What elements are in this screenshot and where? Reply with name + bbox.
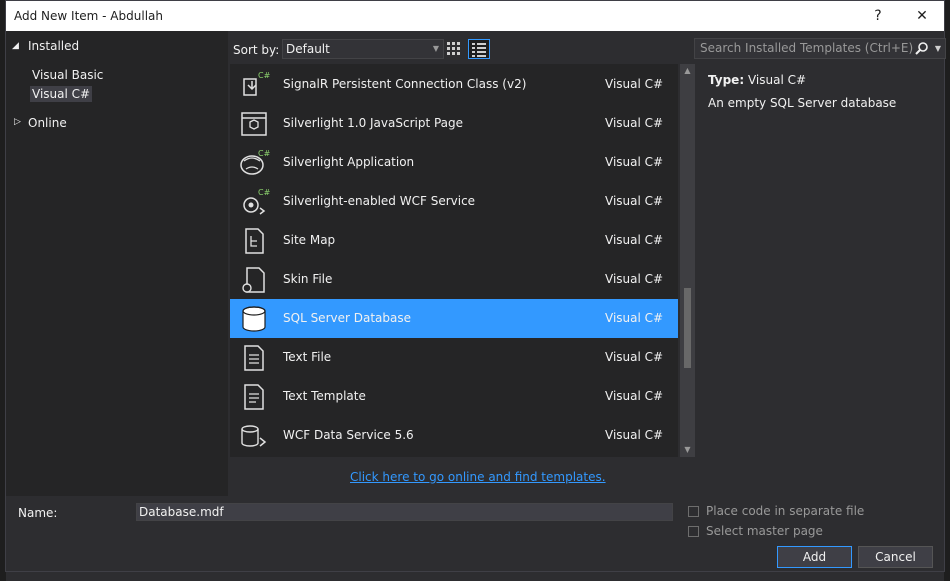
search-placeholder: Search Installed Templates (Ctrl+E) bbox=[700, 41, 914, 55]
expanded-triangle-icon[interactable]: ◢ bbox=[12, 41, 19, 51]
template-row[interactable]: C# Silverlight Application Visual C# bbox=[230, 143, 678, 182]
details-view-button[interactable] bbox=[468, 39, 490, 59]
template-language: Visual C# bbox=[605, 428, 664, 442]
svg-text:C#: C# bbox=[258, 188, 270, 197]
template-language: Visual C# bbox=[605, 116, 664, 130]
collapsed-triangle-icon[interactable]: ▷ bbox=[14, 117, 21, 127]
grid-view-icon bbox=[447, 42, 460, 55]
template-language: Visual C# bbox=[605, 77, 664, 91]
search-options-chevron-icon[interactable]: ▼ bbox=[935, 39, 941, 58]
wcf-data-service-icon bbox=[241, 425, 267, 447]
template-type: Type: Visual C# bbox=[708, 73, 806, 87]
scrollbar-thumb[interactable] bbox=[684, 288, 691, 368]
template-name: Text Template bbox=[283, 389, 366, 403]
template-name: Skin File bbox=[283, 272, 333, 286]
scroll-up-arrow-icon[interactable]: ▲ bbox=[680, 64, 695, 78]
close-button[interactable]: ✕ bbox=[908, 5, 936, 27]
template-name: Silverlight 1.0 JavaScript Page bbox=[283, 116, 464, 130]
template-language: Visual C# bbox=[605, 389, 664, 403]
title-bar: Add New Item - Abdullah ? ✕ bbox=[6, 1, 944, 31]
template-name: Site Map bbox=[283, 233, 336, 247]
text-template-icon bbox=[244, 384, 264, 410]
dropdown-arrow-icon: ▼ bbox=[432, 44, 439, 53]
tree-item-online[interactable]: Online bbox=[28, 116, 67, 130]
template-row[interactable]: Text Template Visual C# bbox=[230, 377, 678, 416]
template-language: Visual C# bbox=[605, 311, 664, 325]
sort-by-dropdown[interactable]: Default ▼ bbox=[282, 39, 444, 59]
wcf-service-icon: C# bbox=[243, 188, 270, 215]
template-language: Visual C# bbox=[605, 155, 664, 169]
master-page-label: Select master page bbox=[706, 524, 823, 538]
add-button[interactable]: Add bbox=[777, 546, 852, 568]
search-icon[interactable] bbox=[915, 41, 929, 55]
template-row[interactable]: Silverlight 1.0 JavaScript Page Visual C… bbox=[230, 104, 678, 143]
template-row[interactable]: C# SignalR Persistent Connection Class (… bbox=[230, 65, 678, 104]
scroll-down-arrow-icon[interactable]: ▼ bbox=[680, 443, 695, 457]
silverlight-app-icon: C# bbox=[240, 149, 270, 175]
silverlight-js-page-icon bbox=[241, 112, 267, 136]
template-language: Visual C# bbox=[605, 350, 664, 364]
cancel-button[interactable]: Cancel bbox=[858, 546, 933, 568]
dialog-title: Add New Item - Abdullah bbox=[14, 9, 163, 23]
master-page-checkbox[interactable] bbox=[688, 526, 699, 537]
name-input[interactable]: Database.mdf bbox=[136, 503, 673, 521]
database-icon bbox=[242, 306, 266, 332]
template-name: SQL Server Database bbox=[283, 311, 411, 325]
medium-icons-view-button[interactable] bbox=[443, 39, 465, 59]
search-installed-templates-input[interactable]: Search Installed Templates (Ctrl+E) ▼ bbox=[694, 38, 946, 59]
template-row[interactable]: WCF Data Service 5.6 Visual C# bbox=[230, 416, 678, 455]
sort-by-value: Default bbox=[286, 42, 330, 56]
template-language: Visual C# bbox=[605, 194, 664, 208]
help-button[interactable]: ? bbox=[864, 5, 892, 27]
template-name: SignalR Persistent Connection Class (v2) bbox=[283, 77, 527, 91]
signalr-icon: C# bbox=[243, 71, 270, 96]
template-row[interactable]: Skin File Visual C# bbox=[230, 260, 678, 299]
template-list-scrollbar[interactable]: ▲ ▼ bbox=[680, 64, 695, 457]
template-row[interactable]: Site Map Visual C# bbox=[230, 221, 678, 260]
tree-item-installed[interactable]: Installed bbox=[28, 39, 79, 53]
template-language: Visual C# bbox=[605, 272, 664, 286]
skin-file-icon bbox=[242, 267, 265, 293]
place-code-label: Place code in separate file bbox=[706, 504, 865, 518]
tree-item-visual-basic[interactable]: Visual Basic bbox=[32, 68, 103, 82]
type-value: Visual C# bbox=[747, 73, 807, 87]
template-name: WCF Data Service 5.6 bbox=[283, 428, 414, 442]
site-map-icon bbox=[245, 228, 264, 254]
template-list: C# SignalR Persistent Connection Class (… bbox=[230, 64, 678, 457]
find-templates-online-link[interactable]: Click here to go online and find templat… bbox=[350, 470, 606, 484]
template-description: An empty SQL Server database bbox=[708, 96, 897, 110]
text-file-icon bbox=[244, 345, 264, 371]
template-name: Text File bbox=[283, 350, 332, 364]
template-row-selected[interactable]: SQL Server Database Visual C# bbox=[230, 299, 678, 338]
svg-text:C#: C# bbox=[258, 149, 270, 158]
template-name: Silverlight-enabled WCF Service bbox=[283, 194, 476, 208]
template-row[interactable]: Text File Visual C# bbox=[230, 338, 678, 377]
sort-by-label: Sort by: bbox=[233, 43, 280, 57]
svg-text:C#: C# bbox=[258, 71, 270, 80]
type-label: Type: bbox=[708, 73, 745, 87]
template-category-tree: ◢ Installed Visual Basic Visual C# ▷ Onl… bbox=[6, 31, 228, 496]
tree-item-visual-csharp[interactable]: Visual C# bbox=[30, 86, 93, 102]
template-language: Visual C# bbox=[605, 233, 664, 247]
name-label: Name: bbox=[18, 506, 58, 520]
template-name: Silverlight Application bbox=[283, 155, 415, 169]
list-view-icon bbox=[472, 43, 486, 57]
add-new-item-dialog: Add New Item - Abdullah ? ✕ ◢ Installed … bbox=[5, 0, 946, 572]
template-row[interactable]: C# Silverlight-enabled WCF Service Visua… bbox=[230, 182, 678, 221]
place-code-checkbox[interactable] bbox=[688, 506, 699, 517]
